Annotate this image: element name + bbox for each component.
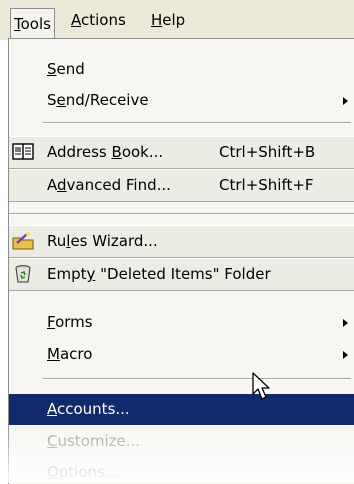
menu-item-empty-deleted-items[interactable]: Empty "Deleted Items" Folder: [9, 258, 354, 291]
submenu-arrow-icon: [343, 351, 348, 359]
rules-wizard-icon: [12, 232, 34, 250]
menu-separator: [9, 213, 354, 215]
shortcut-text: Ctrl+Shift+F: [219, 176, 314, 194]
menu-item-macro[interactable]: Macro: [9, 339, 354, 370]
mouse-pointer-icon: [252, 372, 270, 400]
address-book-icon: [12, 143, 34, 160]
tools-dropdown-menu: Send Send/Receive Address Book... Ctrl+S…: [8, 38, 354, 484]
submenu-arrow-icon: [343, 97, 348, 105]
menu-item-label: Options...: [47, 463, 120, 481]
menu-item-address-book[interactable]: Address Book... Ctrl+Shift+B: [9, 136, 354, 169]
menu-actions-mnemonic: A: [71, 11, 81, 29]
menu-help-label: elp: [162, 11, 186, 29]
shortcut-text: Ctrl+Shift+B: [219, 143, 316, 161]
menu-actions-label: ctions: [81, 11, 126, 29]
menu-item-accounts[interactable]: Accounts...: [9, 394, 354, 425]
submenu-arrow-icon: [343, 319, 348, 327]
menu-help[interactable]: Help: [149, 9, 187, 31]
menu-item-advanced-find[interactable]: Advanced Find... Ctrl+Shift+F: [9, 169, 354, 202]
menu-item-options[interactable]: Options...: [9, 457, 354, 484]
menu-help-mnemonic: H: [151, 11, 163, 29]
menu-bar: Tools Actions Help: [0, 0, 354, 40]
menu-tools[interactable]: Tools: [10, 8, 55, 39]
menu-item-label: Customize...: [47, 432, 141, 450]
menu-item-label: Forms: [47, 313, 93, 331]
menu-item-forms[interactable]: Forms: [9, 307, 354, 338]
menu-tools-label: ools: [20, 15, 51, 33]
menu-item-label: Accounts...: [47, 400, 130, 418]
menu-item-label: Advanced Find...: [47, 176, 171, 194]
menu-item-send[interactable]: Send: [9, 54, 354, 85]
menu-item-label: Send/Receive: [47, 91, 149, 109]
menu-actions[interactable]: Actions: [69, 9, 128, 31]
menu-separator: [43, 122, 351, 124]
menu-item-rules-wizard[interactable]: Rules Wizard...: [9, 225, 354, 258]
recycle-bin-icon: [15, 265, 31, 283]
menu-item-label: Send: [47, 60, 85, 78]
menu-item-customize[interactable]: Customize...: [9, 426, 354, 457]
menu-item-label: Address Book...: [47, 143, 164, 161]
menu-item-label: Rules Wizard...: [47, 232, 158, 250]
menu-item-label: Empty "Deleted Items" Folder: [47, 265, 271, 283]
menu-item-label: Macro: [47, 345, 93, 363]
menu-separator: [43, 378, 351, 380]
menu-item-send-receive[interactable]: Send/Receive: [9, 85, 354, 116]
menu-tools-mnemonic: T: [14, 15, 21, 33]
